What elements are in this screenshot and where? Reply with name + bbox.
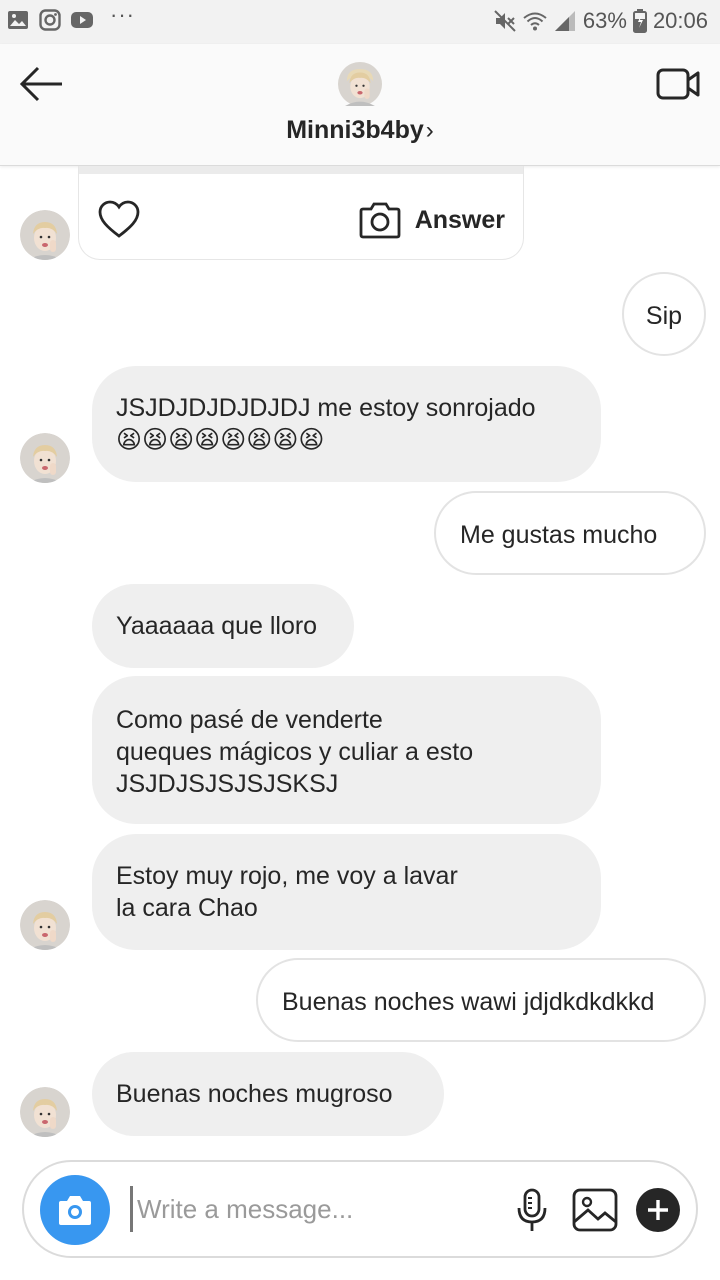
status-bar: ··· 63% 20:06 (0, 0, 720, 44)
avatar[interactable] (20, 433, 70, 483)
mute-icon (494, 10, 516, 32)
message-bubble-incoming[interactable]: Buenas noches mugroso (92, 1052, 444, 1136)
message-text: Como pasé de venderte queques mágicos y … (116, 706, 474, 798)
message-bubble-outgoing[interactable]: Me gustas mucho (434, 491, 706, 575)
story-preview-strip[interactable] (79, 166, 523, 174)
more-notifications-dots: ··· (110, 2, 135, 27)
avatar-image (20, 1087, 70, 1137)
camera-icon (59, 1196, 91, 1225)
message-text: Estoy muy rojo, me voy a lavar la cara C… (116, 862, 458, 922)
heart-icon[interactable] (97, 200, 141, 240)
camera-button[interactable] (40, 1175, 110, 1245)
message-bubble-incoming[interactable]: Como pasé de venderte queques mágicos y … (92, 676, 601, 824)
avatar[interactable] (20, 210, 70, 260)
message-text: Buenas noches wawi jdjdkdkdkkd (282, 988, 655, 1016)
camera-outline-icon (359, 202, 401, 239)
video-call-icon[interactable] (656, 66, 700, 102)
chat-header: Minni3b4by› (0, 44, 720, 166)
message-text: JSJDJDJDJDJDJ me estoy sonrojado 😫😫😫😫😫😫😫… (116, 394, 536, 454)
message-text: Yaaaaaa que lloro (116, 612, 318, 640)
battery-icon (632, 9, 647, 33)
avatar-image (20, 433, 70, 483)
message-bubble-incoming[interactable]: Yaaaaaa que lloro (92, 584, 354, 668)
avatar-image (20, 900, 70, 950)
youtube-notification-icon (71, 12, 93, 28)
story-reply-card: Answer (78, 166, 524, 260)
message-composer (22, 1160, 698, 1258)
battery-percent: 63% (582, 8, 627, 33)
message-input[interactable] (130, 1186, 490, 1232)
message-bubble-incoming[interactable]: Estoy muy rojo, me voy a lavar la cara C… (92, 834, 601, 950)
message-text: Me gustas mucho (460, 521, 658, 549)
back-arrow-icon[interactable] (18, 64, 66, 104)
message-text: Sip (645, 302, 683, 330)
clock: 20:06 (652, 8, 708, 33)
answer-label: Answer (414, 205, 505, 234)
username-text: Minni3b4by (286, 116, 424, 144)
message-bubble-outgoing[interactable]: Buenas noches wawi jdjdkdkdkkd (256, 958, 706, 1042)
signal-icon (554, 11, 575, 31)
header-username[interactable]: Minni3b4by› (0, 116, 720, 145)
wifi-icon (523, 12, 547, 31)
microphone-icon[interactable] (514, 1188, 550, 1234)
instagram-notification-icon (39, 9, 61, 31)
gallery-icon[interactable] (572, 1188, 618, 1232)
header-avatar[interactable] (338, 62, 382, 106)
message-text: Buenas noches mugroso (116, 1080, 393, 1108)
answer-button[interactable]: Answer (359, 198, 505, 242)
gallery-notification-icon (8, 11, 28, 29)
add-media-button[interactable] (636, 1188, 680, 1232)
plus-icon (648, 1200, 668, 1220)
message-bubble-incoming[interactable]: JSJDJDJDJDJDJ me estoy sonrojado 😫😫😫😫😫😫😫… (92, 366, 601, 482)
chevron-right-icon: › (425, 117, 434, 144)
avatar-image (20, 210, 70, 260)
message-bubble-outgoing[interactable]: Sip (622, 272, 706, 356)
avatar[interactable] (20, 1087, 70, 1137)
avatar[interactable] (20, 900, 70, 950)
